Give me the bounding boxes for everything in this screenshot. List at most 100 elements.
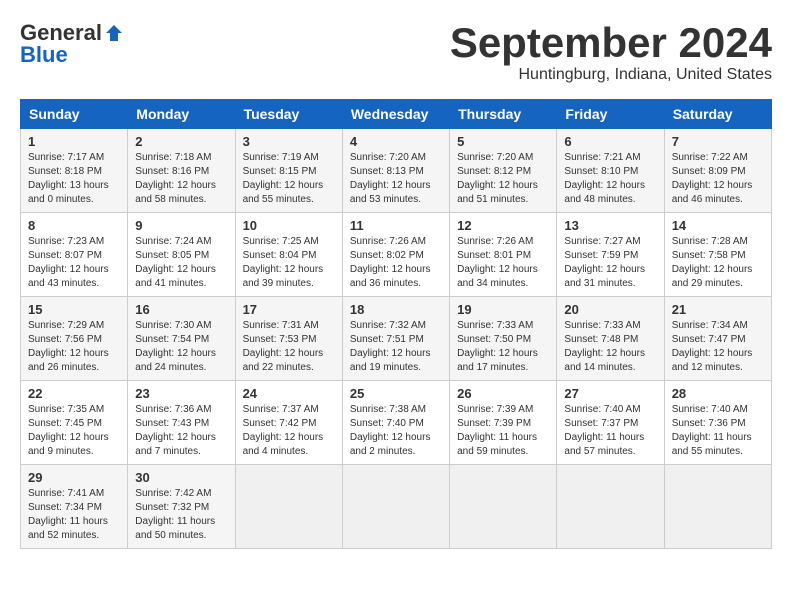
weekday-header: Thursday (450, 100, 557, 129)
calendar-day-cell: 5 Sunrise: 7:20 AM Sunset: 8:12 PM Daylig… (450, 129, 557, 213)
day-info: Sunrise: 7:20 AM Sunset: 8:13 PM Dayligh… (350, 151, 442, 207)
day-number: 5 (457, 134, 549, 149)
day-number: 2 (135, 134, 227, 149)
calendar-day-cell: 22 Sunrise: 7:35 AM Sunset: 7:45 PM Dayli… (21, 381, 128, 465)
calendar-day-cell: 19 Sunrise: 7:33 AM Sunset: 7:50 PM Dayli… (450, 297, 557, 381)
calendar-table: SundayMondayTuesdayWednesdayThursdayFrid… (20, 99, 772, 549)
day-number: 1 (28, 134, 120, 149)
day-number: 26 (457, 386, 549, 401)
calendar-day-cell: 29Sunrise: 7:41 AM Sunset: 7:34 PM Dayli… (21, 465, 128, 549)
day-info: Sunrise: 7:41 AM Sunset: 7:34 PM Dayligh… (28, 487, 120, 543)
calendar-day-cell (235, 465, 342, 549)
day-info: Sunrise: 7:28 AM Sunset: 7:58 PM Dayligh… (672, 235, 764, 291)
day-number: 27 (564, 386, 656, 401)
calendar-day-cell (342, 465, 449, 549)
day-number: 20 (564, 302, 656, 317)
day-number: 14 (672, 218, 764, 233)
logo-icon (104, 23, 124, 43)
calendar-day-cell: 27 Sunrise: 7:40 AM Sunset: 7:37 PM Dayli… (557, 381, 664, 465)
day-info: Sunrise: 7:20 AM Sunset: 8:12 PM Dayligh… (457, 151, 549, 207)
calendar-week-row: 15Sunrise: 7:29 AM Sunset: 7:56 PM Dayli… (21, 297, 772, 381)
day-number: 4 (350, 134, 442, 149)
day-info: Sunrise: 7:32 AM Sunset: 7:51 PM Dayligh… (350, 319, 442, 375)
calendar-day-cell: 3 Sunrise: 7:19 AM Sunset: 8:15 PM Daylig… (235, 129, 342, 213)
calendar-day-cell: 2 Sunrise: 7:18 AM Sunset: 8:16 PM Daylig… (128, 129, 235, 213)
weekday-header: Tuesday (235, 100, 342, 129)
weekday-header: Friday (557, 100, 664, 129)
day-info: Sunrise: 7:19 AM Sunset: 8:15 PM Dayligh… (243, 151, 335, 207)
day-number: 11 (350, 218, 442, 233)
weekday-header: Sunday (21, 100, 128, 129)
calendar-day-cell: 21 Sunrise: 7:34 AM Sunset: 7:47 PM Dayli… (664, 297, 771, 381)
day-info: Sunrise: 7:39 AM Sunset: 7:39 PM Dayligh… (457, 403, 549, 459)
day-info: Sunrise: 7:37 AM Sunset: 7:42 PM Dayligh… (243, 403, 335, 459)
calendar-day-cell: 9 Sunrise: 7:24 AM Sunset: 8:05 PM Daylig… (128, 213, 235, 297)
day-number: 18 (350, 302, 442, 317)
day-info: Sunrise: 7:18 AM Sunset: 8:16 PM Dayligh… (135, 151, 227, 207)
calendar-day-cell: 18 Sunrise: 7:32 AM Sunset: 7:51 PM Dayli… (342, 297, 449, 381)
day-info: Sunrise: 7:34 AM Sunset: 7:47 PM Dayligh… (672, 319, 764, 375)
calendar-title: September 2024 (450, 20, 772, 66)
day-info: Sunrise: 7:31 AM Sunset: 7:53 PM Dayligh… (243, 319, 335, 375)
calendar-week-row: 29Sunrise: 7:41 AM Sunset: 7:34 PM Dayli… (21, 465, 772, 549)
calendar-subtitle: Huntingburg, Indiana, United States (450, 66, 772, 84)
page-header: General Blue September 2024 Huntingburg,… (20, 20, 772, 84)
calendar-day-cell: 26 Sunrise: 7:39 AM Sunset: 7:39 PM Dayli… (450, 381, 557, 465)
day-info: Sunrise: 7:42 AM Sunset: 7:32 PM Dayligh… (135, 487, 227, 543)
day-number: 25 (350, 386, 442, 401)
calendar-day-cell: 7Sunrise: 7:22 AM Sunset: 8:09 PM Daylig… (664, 129, 771, 213)
day-number: 3 (243, 134, 335, 149)
day-info: Sunrise: 7:40 AM Sunset: 7:37 PM Dayligh… (564, 403, 656, 459)
day-number: 21 (672, 302, 764, 317)
day-number: 13 (564, 218, 656, 233)
day-number: 19 (457, 302, 549, 317)
day-info: Sunrise: 7:26 AM Sunset: 8:02 PM Dayligh… (350, 235, 442, 291)
calendar-day-cell: 4 Sunrise: 7:20 AM Sunset: 8:13 PM Daylig… (342, 129, 449, 213)
calendar-week-row: 22 Sunrise: 7:35 AM Sunset: 7:45 PM Dayli… (21, 381, 772, 465)
calendar-day-cell: 15Sunrise: 7:29 AM Sunset: 7:56 PM Dayli… (21, 297, 128, 381)
day-info: Sunrise: 7:35 AM Sunset: 7:45 PM Dayligh… (28, 403, 120, 459)
title-section: September 2024 Huntingburg, Indiana, Uni… (450, 20, 772, 84)
calendar-day-cell: 13 Sunrise: 7:27 AM Sunset: 7:59 PM Dayli… (557, 213, 664, 297)
calendar-day-cell (450, 465, 557, 549)
day-info: Sunrise: 7:21 AM Sunset: 8:10 PM Dayligh… (564, 151, 656, 207)
day-number: 28 (672, 386, 764, 401)
day-info: Sunrise: 7:25 AM Sunset: 8:04 PM Dayligh… (243, 235, 335, 291)
calendar-day-cell: 30 Sunrise: 7:42 AM Sunset: 7:32 PM Dayli… (128, 465, 235, 549)
calendar-day-cell: 25 Sunrise: 7:38 AM Sunset: 7:40 PM Dayli… (342, 381, 449, 465)
calendar-week-row: 1 Sunrise: 7:17 AM Sunset: 8:18 PM Daylig… (21, 129, 772, 213)
calendar-day-cell: 28 Sunrise: 7:40 AM Sunset: 7:36 PM Dayli… (664, 381, 771, 465)
day-info: Sunrise: 7:24 AM Sunset: 8:05 PM Dayligh… (135, 235, 227, 291)
calendar-day-cell: 16Sunrise: 7:30 AM Sunset: 7:54 PM Dayli… (128, 297, 235, 381)
calendar-day-cell: 20 Sunrise: 7:33 AM Sunset: 7:48 PM Dayli… (557, 297, 664, 381)
day-number: 30 (135, 470, 227, 485)
day-number: 6 (564, 134, 656, 149)
calendar-day-cell: 1 Sunrise: 7:17 AM Sunset: 8:18 PM Daylig… (21, 129, 128, 213)
calendar-day-cell: 23 Sunrise: 7:36 AM Sunset: 7:43 PM Dayli… (128, 381, 235, 465)
weekday-header: Monday (128, 100, 235, 129)
header-row: SundayMondayTuesdayWednesdayThursdayFrid… (21, 100, 772, 129)
day-number: 8 (28, 218, 120, 233)
day-number: 22 (28, 386, 120, 401)
day-info: Sunrise: 7:17 AM Sunset: 8:18 PM Dayligh… (28, 151, 120, 207)
day-number: 24 (243, 386, 335, 401)
day-info: Sunrise: 7:22 AM Sunset: 8:09 PM Dayligh… (672, 151, 764, 207)
weekday-header: Saturday (664, 100, 771, 129)
calendar-day-cell (557, 465, 664, 549)
calendar-day-cell: 8Sunrise: 7:23 AM Sunset: 8:07 PM Daylig… (21, 213, 128, 297)
calendar-day-cell: 17 Sunrise: 7:31 AM Sunset: 7:53 PM Dayli… (235, 297, 342, 381)
day-number: 9 (135, 218, 227, 233)
day-number: 12 (457, 218, 549, 233)
day-info: Sunrise: 7:40 AM Sunset: 7:36 PM Dayligh… (672, 403, 764, 459)
day-info: Sunrise: 7:36 AM Sunset: 7:43 PM Dayligh… (135, 403, 227, 459)
calendar-week-row: 8Sunrise: 7:23 AM Sunset: 8:07 PM Daylig… (21, 213, 772, 297)
calendar-day-cell: 10Sunrise: 7:25 AM Sunset: 8:04 PM Dayli… (235, 213, 342, 297)
day-number: 17 (243, 302, 335, 317)
day-info: Sunrise: 7:33 AM Sunset: 7:50 PM Dayligh… (457, 319, 549, 375)
day-info: Sunrise: 7:27 AM Sunset: 7:59 PM Dayligh… (564, 235, 656, 291)
day-info: Sunrise: 7:33 AM Sunset: 7:48 PM Dayligh… (564, 319, 656, 375)
calendar-day-cell (664, 465, 771, 549)
day-number: 23 (135, 386, 227, 401)
day-number: 15 (28, 302, 120, 317)
day-info: Sunrise: 7:38 AM Sunset: 7:40 PM Dayligh… (350, 403, 442, 459)
